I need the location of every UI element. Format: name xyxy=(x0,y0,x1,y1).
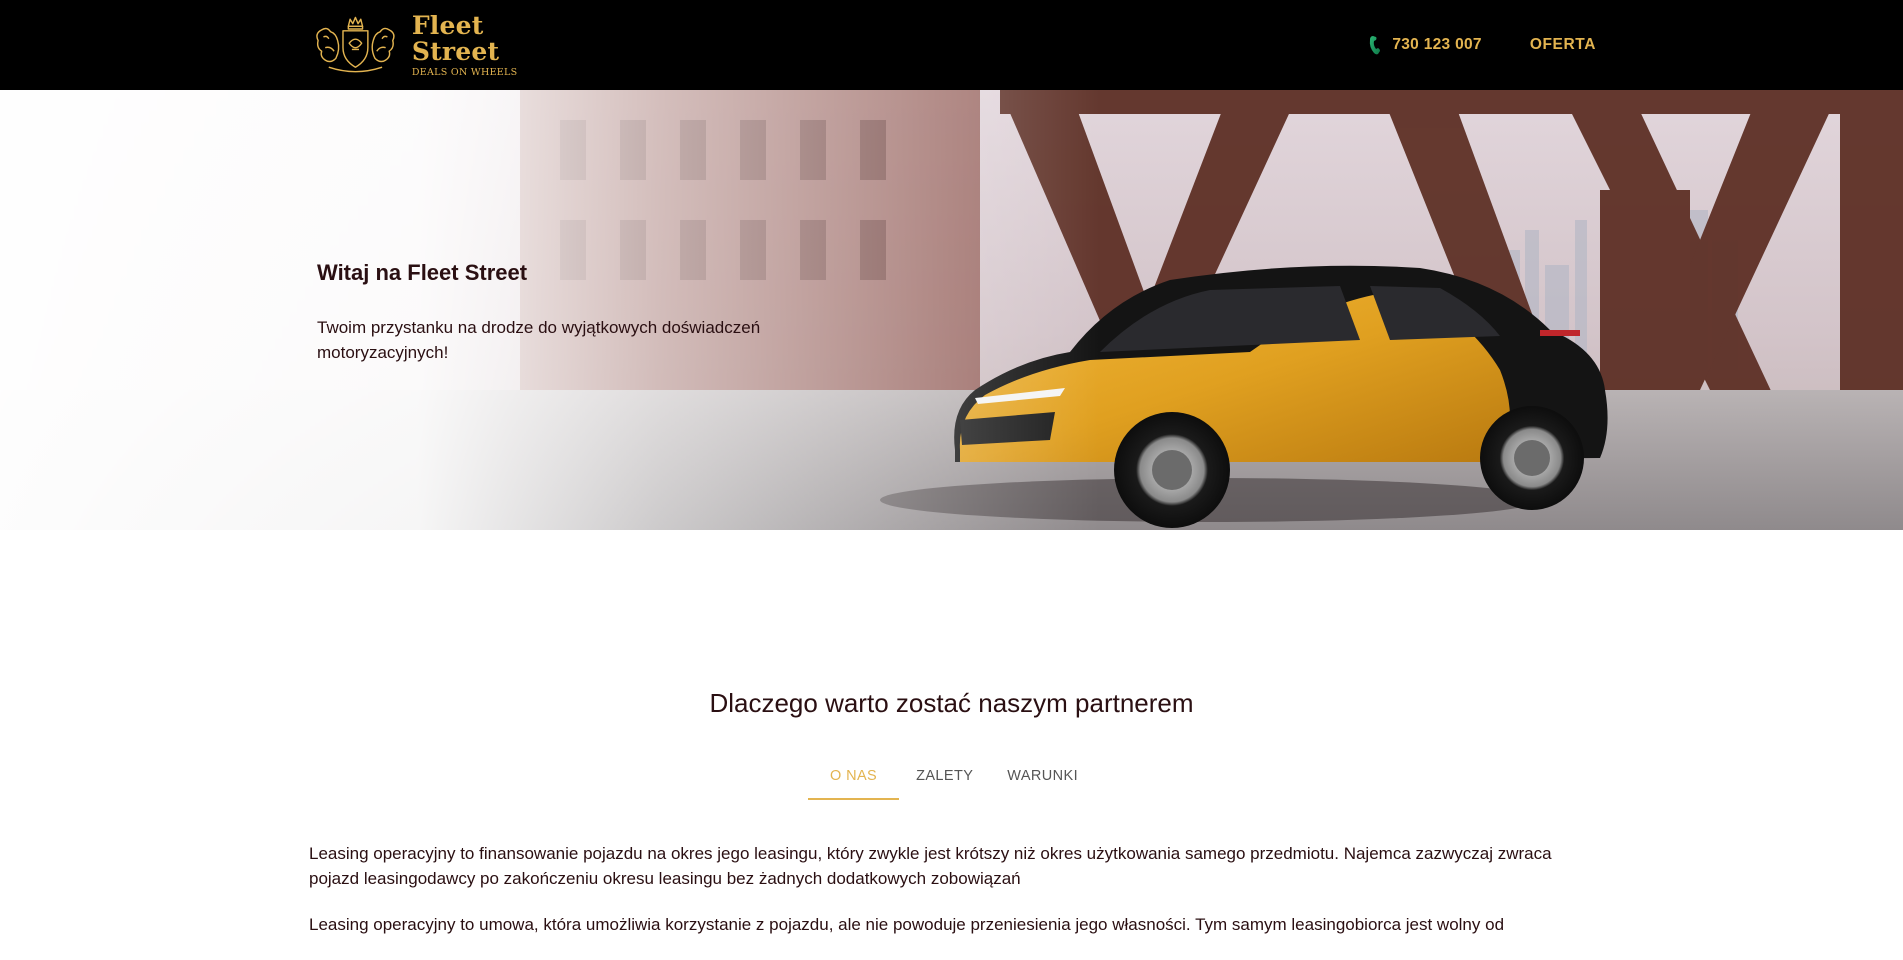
phone-icon xyxy=(1370,36,1381,55)
logo-tagline: DEALS ON WHEELS xyxy=(411,66,518,78)
hero-title: Witaj na Fleet Street xyxy=(317,260,528,285)
logo-name: Fleet Street xyxy=(411,10,500,66)
hero-subtitle: Twoim przystanku na drodze do wyjątkowyc… xyxy=(317,318,761,362)
tab-zalety[interactable]: ZALETY xyxy=(899,760,990,800)
tab-warunki[interactable]: WARUNKI xyxy=(990,760,1095,800)
nav-link-oferta[interactable]: OFERTA xyxy=(1530,36,1596,54)
phone-number: 730 123 007 xyxy=(1392,36,1482,53)
phone-link[interactable]: 730 123 007 xyxy=(1368,35,1482,55)
logo-text-block: Fleet Street DEALS ON WHEELS xyxy=(411,10,561,78)
main-nav: 730 123 007 OFERTA xyxy=(1368,0,1596,90)
partner-tabs: O NAS ZALETY WARUNKI xyxy=(0,760,1903,800)
content-paragraph: Leasing operacyjny to umowa, która umożl… xyxy=(309,915,1505,934)
partner-section-title: Dlaczego warto zostać naszym partnerem xyxy=(709,688,1194,718)
top-navbar: Fleet Street DEALS ON WHEELS 730 123 007… xyxy=(0,0,1903,90)
content-paragraph: Leasing operacyjny to finansowanie pojaz… xyxy=(309,844,1552,888)
crest-with-lions-icon xyxy=(316,16,395,73)
hero-gradient-overlay xyxy=(0,90,1100,530)
site-logo[interactable]: Fleet Street DEALS ON WHEELS xyxy=(311,10,561,80)
hero-banner: Witaj na Fleet Street Twoim przystanku n… xyxy=(0,90,1903,530)
tab-o-nas[interactable]: O NAS xyxy=(807,760,900,800)
tab-content-o-nas: Leasing operacyjny to finansowanie pojaz… xyxy=(309,842,1599,960)
